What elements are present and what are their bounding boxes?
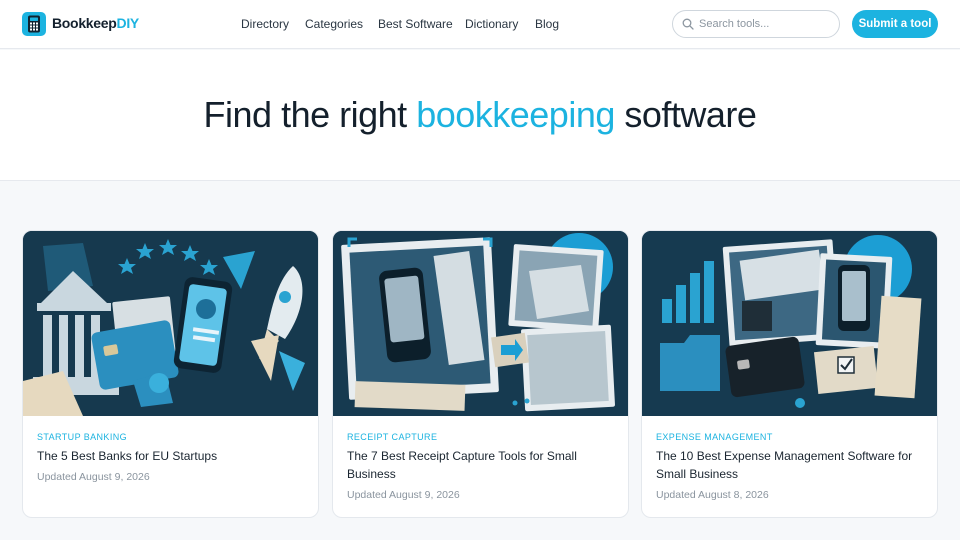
- card-date: Updated August 9, 2026: [347, 489, 460, 501]
- nav-dictionary[interactable]: Dictionary: [465, 17, 518, 31]
- article-card-startup-banking[interactable]: STARTUP BANKING The 5 Best Banks for EU …: [22, 230, 319, 518]
- nav-blog[interactable]: Blog: [535, 17, 559, 31]
- banking-collage-illustration: [23, 231, 318, 416]
- card-title[interactable]: The 7 Best Receipt Capture Tools for Sma…: [347, 447, 617, 483]
- submit-tool-button[interactable]: Submit a tool: [852, 10, 938, 38]
- card-category: STARTUP BANKING: [37, 432, 128, 442]
- nav-directory[interactable]: Directory: [241, 17, 289, 31]
- article-card-expense-management[interactable]: EXPENSE MANAGEMENT The 10 Best Expense M…: [641, 230, 938, 518]
- search-box[interactable]: [672, 10, 840, 38]
- card-category: EXPENSE MANAGEMENT: [656, 432, 773, 442]
- card-date: Updated August 9, 2026: [37, 471, 150, 483]
- calculator-icon[interactable]: [22, 12, 46, 36]
- brand-name-main: Bookkeep: [52, 15, 117, 31]
- nav-categories[interactable]: Categories: [305, 17, 363, 31]
- receipt-capture-collage-illustration: [333, 231, 628, 416]
- nav-best-software[interactable]: Best Software: [378, 17, 453, 31]
- hero-section: Find the right bookkeeping software: [0, 50, 960, 181]
- search-input[interactable]: [699, 16, 831, 32]
- expense-management-collage-illustration: [642, 231, 937, 416]
- brand-name-accent: DIY: [116, 15, 140, 31]
- hero-title-post: software: [624, 94, 757, 135]
- top-navbar: BookkeepDIY Directory Categories Best So…: [0, 0, 960, 49]
- hero-title-pre: Find the right: [203, 94, 408, 135]
- card-title[interactable]: The 5 Best Banks for EU Startups: [37, 447, 307, 465]
- brand-name[interactable]: BookkeepDIY: [52, 15, 139, 32]
- search-icon: [682, 18, 694, 30]
- card-category: RECEIPT CAPTURE: [347, 432, 438, 442]
- article-card-receipt-capture[interactable]: RECEIPT CAPTURE The 7 Best Receipt Captu…: [332, 230, 629, 518]
- card-date: Updated August 8, 2026: [656, 489, 769, 501]
- card-title[interactable]: The 10 Best Expense Management Software …: [656, 447, 926, 483]
- hero-title-highlight: bookkeeping: [416, 94, 615, 135]
- hero-title: Find the right bookkeeping software: [0, 94, 960, 136]
